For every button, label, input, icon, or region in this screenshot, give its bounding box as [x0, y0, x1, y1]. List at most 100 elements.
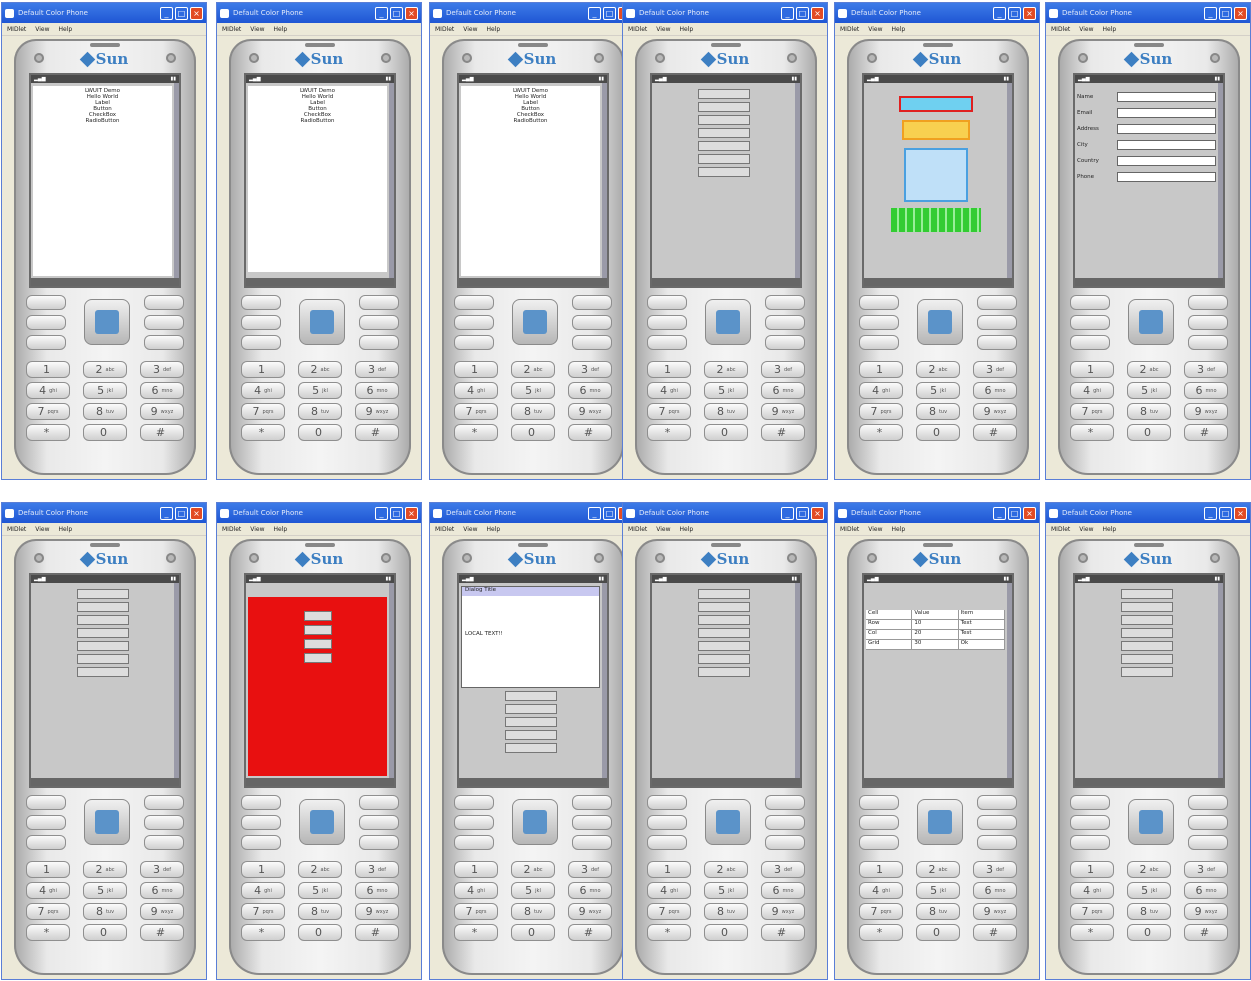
key-7[interactable]: 7 pqrs: [859, 403, 903, 420]
key-#[interactable]: #: [973, 424, 1017, 441]
right-soft-key[interactable]: [572, 295, 612, 310]
maximize-button[interactable]: □: [175, 506, 188, 520]
key-9[interactable]: 9 wxyz: [568, 903, 612, 920]
list-button[interactable]: [1120, 602, 1173, 612]
key-5[interactable]: 5 jkl: [916, 382, 960, 399]
red-screen-button[interactable]: [303, 639, 332, 649]
back-key[interactable]: [1188, 835, 1228, 850]
home-key[interactable]: [1070, 335, 1110, 350]
key-2[interactable]: 2 abc: [704, 861, 748, 878]
maximize-button[interactable]: □: [390, 506, 403, 520]
minimize-button[interactable]: _: [160, 506, 173, 520]
menu-item[interactable]: MIDlet: [222, 526, 241, 533]
list-button[interactable]: [76, 628, 129, 638]
back-key[interactable]: [765, 335, 805, 350]
dpad[interactable]: [1128, 299, 1174, 345]
call-key[interactable]: [26, 815, 66, 830]
minimize-button[interactable]: _: [781, 506, 794, 520]
scroll-bar[interactable]: [1007, 83, 1012, 278]
left-soft-key[interactable]: [1070, 795, 1110, 810]
key-*[interactable]: *: [454, 424, 498, 441]
key-2[interactable]: 2 abc: [511, 361, 555, 378]
menu-key[interactable]: [144, 815, 184, 830]
menu-key[interactable]: [572, 815, 612, 830]
key-*[interactable]: *: [26, 924, 70, 941]
menu-item[interactable]: MIDlet: [222, 26, 241, 33]
minimize-button[interactable]: _: [993, 6, 1006, 20]
select-key[interactable]: [1139, 810, 1163, 834]
minimize-button[interactable]: _: [1204, 506, 1217, 520]
menu-item[interactable]: Help: [487, 526, 501, 533]
back-key[interactable]: [144, 335, 184, 350]
menu-item[interactable]: View: [1079, 26, 1093, 33]
list-button[interactable]: [76, 615, 129, 625]
list-button[interactable]: [697, 667, 750, 677]
key-0[interactable]: 0: [916, 424, 960, 441]
key-5[interactable]: 5 jkl: [1127, 882, 1171, 899]
select-key[interactable]: [928, 810, 952, 834]
menu-key[interactable]: [144, 315, 184, 330]
scroll-bar[interactable]: [795, 583, 800, 778]
key-3[interactable]: 3 def: [140, 861, 184, 878]
key-*[interactable]: *: [859, 424, 903, 441]
close-button[interactable]: ×: [405, 506, 418, 520]
menu-item[interactable]: MIDlet: [840, 526, 859, 533]
key-0[interactable]: 0: [83, 924, 127, 941]
menu-key[interactable]: [765, 315, 805, 330]
key-0[interactable]: 0: [916, 924, 960, 941]
menu-item[interactable]: Help: [892, 26, 906, 33]
key-0[interactable]: 0: [298, 424, 342, 441]
close-button[interactable]: ×: [405, 6, 418, 20]
call-key[interactable]: [454, 815, 494, 830]
right-soft-key[interactable]: [359, 295, 399, 310]
maximize-button[interactable]: □: [796, 6, 809, 20]
back-key[interactable]: [977, 835, 1017, 850]
menu-button[interactable]: [504, 730, 557, 740]
menu-key[interactable]: [977, 315, 1017, 330]
dpad[interactable]: [299, 799, 345, 845]
menu-item[interactable]: MIDlet: [1051, 526, 1070, 533]
menu-button[interactable]: [504, 717, 557, 727]
list-button[interactable]: [697, 167, 750, 177]
close-button[interactable]: ×: [190, 6, 203, 20]
right-soft-key[interactable]: [144, 295, 184, 310]
maximize-button[interactable]: □: [603, 6, 616, 20]
home-key[interactable]: [454, 835, 494, 850]
red-screen-button[interactable]: [303, 611, 332, 621]
home-key[interactable]: [26, 335, 66, 350]
key-6[interactable]: 6 mno: [973, 382, 1017, 399]
right-soft-key[interactable]: [977, 295, 1017, 310]
scroll-bar[interactable]: [602, 83, 607, 278]
key-4[interactable]: 4 ghi: [241, 882, 285, 899]
menu-item[interactable]: View: [868, 526, 882, 533]
key-0[interactable]: 0: [511, 924, 555, 941]
key-6[interactable]: 6 mno: [355, 382, 399, 399]
maximize-button[interactable]: □: [1008, 506, 1021, 520]
scroll-bar[interactable]: [389, 583, 394, 778]
key-#[interactable]: #: [761, 424, 805, 441]
key-#[interactable]: #: [973, 924, 1017, 941]
key-4[interactable]: 4 ghi: [1070, 382, 1114, 399]
key-5[interactable]: 5 jkl: [298, 382, 342, 399]
menu-item[interactable]: MIDlet: [7, 526, 26, 533]
list-button[interactable]: [697, 115, 750, 125]
menu-item[interactable]: View: [656, 526, 670, 533]
key-#[interactable]: #: [1184, 424, 1228, 441]
scroll-bar[interactable]: [389, 83, 394, 278]
key-0[interactable]: 0: [511, 424, 555, 441]
menu-item[interactable]: View: [35, 26, 49, 33]
menu-button[interactable]: [504, 691, 557, 701]
list-button[interactable]: [697, 154, 750, 164]
menu-item[interactable]: View: [250, 526, 264, 533]
key-2[interactable]: 2 abc: [916, 361, 960, 378]
scroll-bar[interactable]: [602, 583, 607, 778]
home-key[interactable]: [26, 835, 66, 850]
dpad[interactable]: [705, 299, 751, 345]
scroll-bar[interactable]: [174, 583, 179, 778]
key-3[interactable]: 3 def: [761, 861, 805, 878]
list-button[interactable]: [697, 589, 750, 599]
menu-key[interactable]: [977, 815, 1017, 830]
key-9[interactable]: 9 wxyz: [568, 403, 612, 420]
list-button[interactable]: [76, 602, 129, 612]
select-key[interactable]: [310, 810, 334, 834]
